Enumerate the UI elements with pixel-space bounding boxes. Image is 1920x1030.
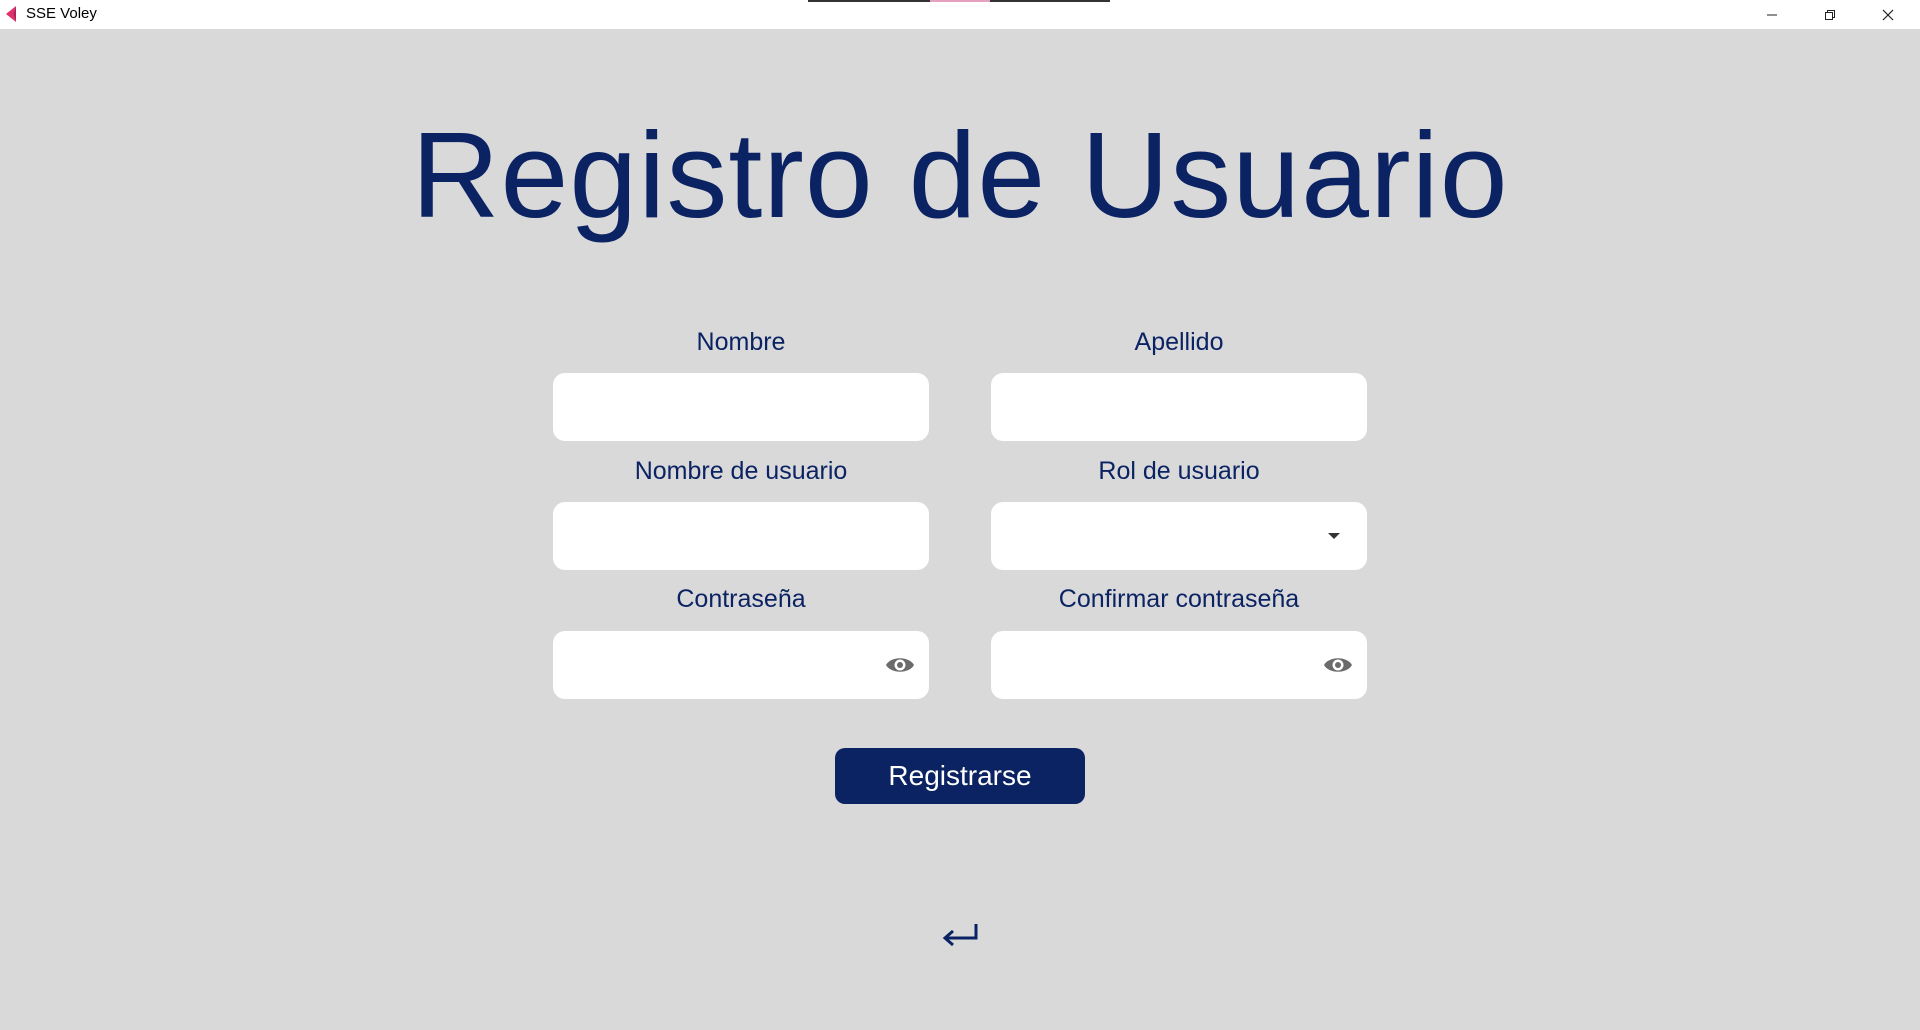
eye-icon[interactable]	[885, 653, 915, 677]
top-indicator-accent	[930, 0, 990, 2]
confirmar-contrasena-input[interactable]	[1007, 631, 1291, 701]
minimize-icon	[1767, 14, 1777, 15]
close-button[interactable]	[1859, 0, 1917, 29]
apellido-field[interactable]	[991, 373, 1367, 443]
nombre-input[interactable]	[569, 373, 853, 443]
window-title: SSE Voley	[26, 5, 97, 22]
page-title: Registro de Usuario	[411, 107, 1509, 243]
maximize-button[interactable]	[1801, 0, 1859, 29]
window-titlebar: SSE Voley	[0, 0, 1920, 29]
eye-icon[interactable]	[1323, 653, 1353, 677]
back-arrow-icon[interactable]	[940, 920, 980, 950]
contrasena-input[interactable]	[569, 631, 853, 701]
nombre-field[interactable]	[553, 373, 929, 443]
contrasena-field[interactable]	[553, 631, 929, 701]
rol-usuario-select[interactable]	[991, 502, 1367, 570]
nombre-usuario-input[interactable]	[569, 502, 853, 572]
chevron-down-icon[interactable]	[1327, 532, 1341, 540]
confirmar-contrasena-label: Confirmar contraseña	[1058, 585, 1300, 613]
close-icon	[1882, 9, 1894, 20]
register-button[interactable]: Registrarse	[835, 748, 1085, 804]
apellido-input[interactable]	[1007, 373, 1291, 443]
contrasena-label: Contraseña	[676, 585, 806, 613]
nombre-label: Nombre	[696, 328, 786, 356]
maximize-icon	[1825, 9, 1835, 20]
apellido-label: Apellido	[1134, 328, 1224, 356]
rol-usuario-label: Rol de usuario	[1098, 457, 1260, 485]
nombre-usuario-field[interactable]	[553, 502, 929, 572]
app-logo-icon	[6, 6, 16, 22]
minimize-button[interactable]	[1743, 0, 1801, 29]
nombre-usuario-label: Nombre de usuario	[634, 457, 848, 485]
confirmar-contrasena-field[interactable]	[991, 631, 1367, 701]
